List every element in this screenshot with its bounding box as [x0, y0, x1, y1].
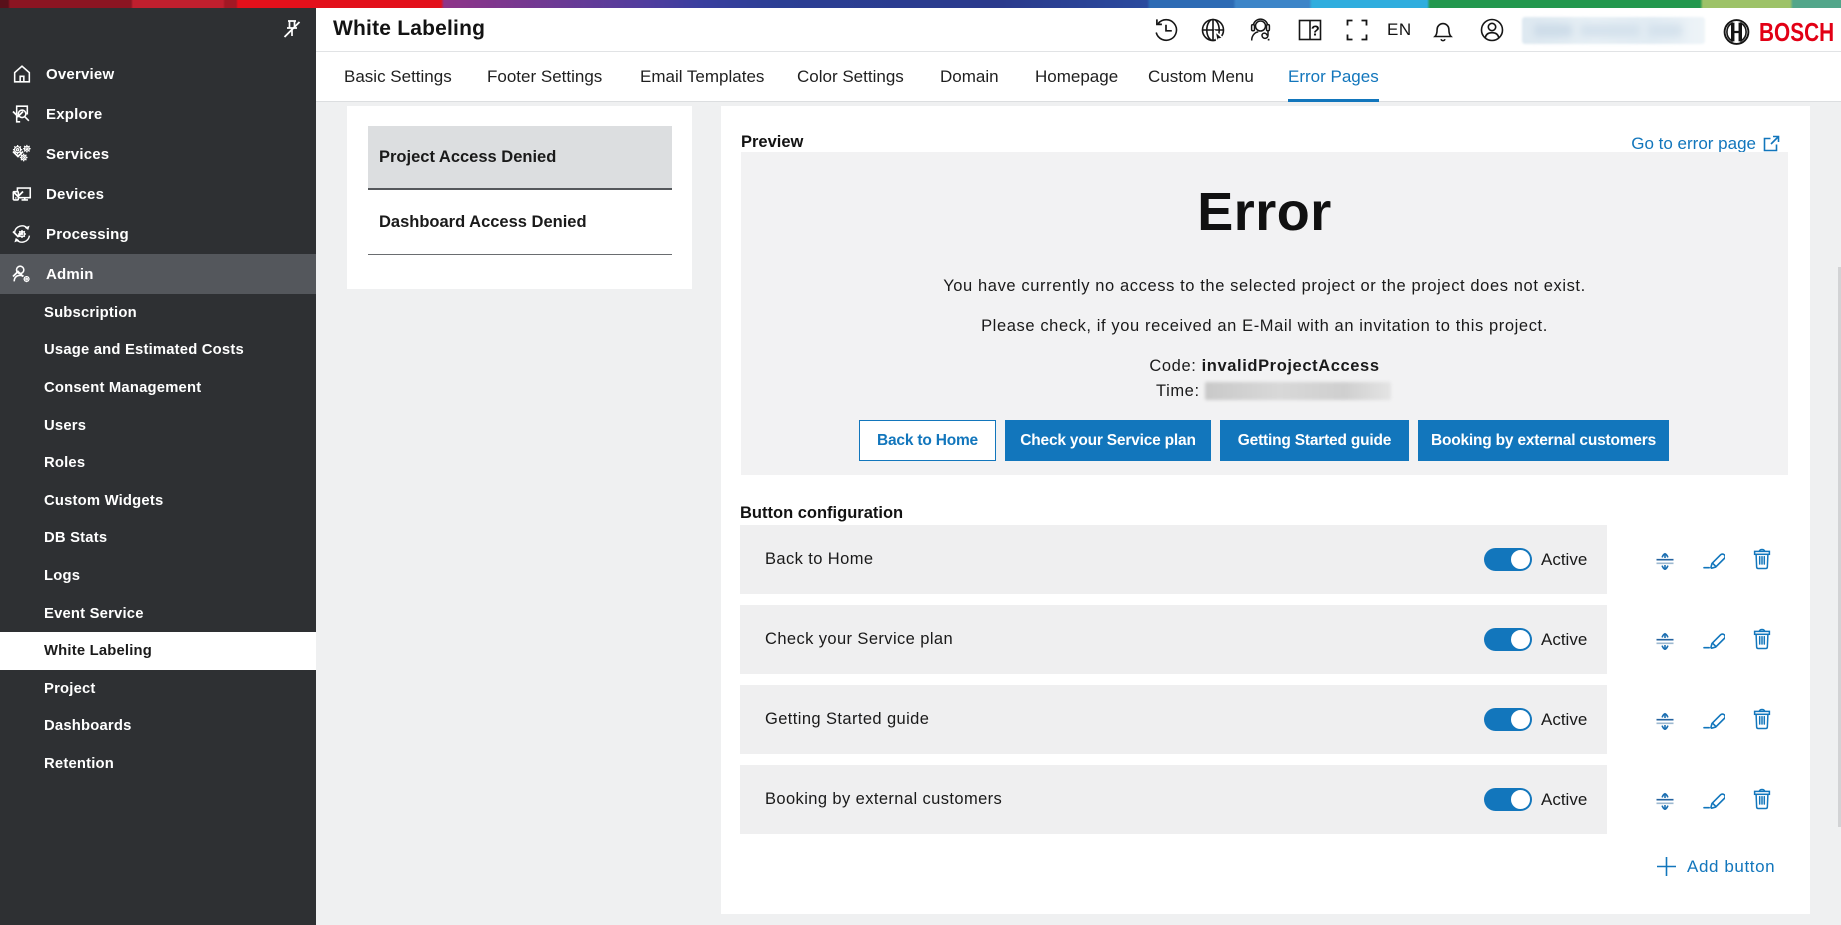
svg-text:?: ? — [1311, 24, 1320, 40]
